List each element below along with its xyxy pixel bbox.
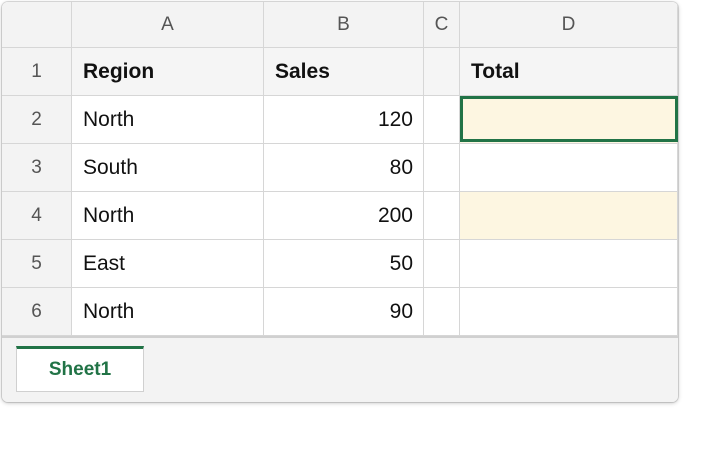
cell-d3[interactable] (460, 144, 678, 192)
cell-a4[interactable]: North (72, 192, 264, 240)
row-header[interactable]: 6 (2, 288, 72, 336)
column-header-d[interactable]: D (460, 2, 678, 48)
cell-b5[interactable]: 50 (264, 240, 424, 288)
cell-a5[interactable]: East (72, 240, 264, 288)
active-cell-selection[interactable] (460, 96, 678, 142)
cell-b3[interactable]: 80 (264, 144, 424, 192)
cell-b4[interactable]: 200 (264, 192, 424, 240)
cell-b1[interactable]: Sales (264, 48, 424, 96)
cell-c5[interactable] (424, 240, 460, 288)
column-header-c[interactable]: C (424, 2, 460, 48)
row-header[interactable]: 4 (2, 192, 72, 240)
cell-c1[interactable] (424, 48, 460, 96)
row-header[interactable]: 1 (2, 48, 72, 96)
column-header-b[interactable]: B (264, 2, 424, 48)
spreadsheet-grid: A B C D 1 Region Sales Total 2 North 120… (2, 2, 678, 336)
cell-a6[interactable]: North (72, 288, 264, 336)
spreadsheet-window: A B C D 1 Region Sales Total 2 North 120… (2, 2, 678, 402)
cell-a3[interactable]: South (72, 144, 264, 192)
cell-d1[interactable]: Total (460, 48, 678, 96)
cell-d5[interactable] (460, 240, 678, 288)
cell-d4[interactable] (460, 192, 678, 240)
sheet-tab-bar: Sheet1 (2, 336, 678, 402)
cell-c6[interactable] (424, 288, 460, 336)
cell-a1[interactable]: Region (72, 48, 264, 96)
cell-c2[interactable] (424, 96, 460, 144)
cell-d6[interactable] (460, 288, 678, 336)
cell-c3[interactable] (424, 144, 460, 192)
cell-b2[interactable]: 120 (264, 96, 424, 144)
column-header-a[interactable]: A (72, 2, 264, 48)
select-all-corner[interactable] (2, 2, 72, 48)
row-header[interactable]: 5 (2, 240, 72, 288)
cell-b6[interactable]: 90 (264, 288, 424, 336)
row-header[interactable]: 3 (2, 144, 72, 192)
cell-a2[interactable]: North (72, 96, 264, 144)
sheet-tab-sheet1[interactable]: Sheet1 (16, 346, 144, 392)
row-header[interactable]: 2 (2, 96, 72, 144)
cell-c4[interactable] (424, 192, 460, 240)
